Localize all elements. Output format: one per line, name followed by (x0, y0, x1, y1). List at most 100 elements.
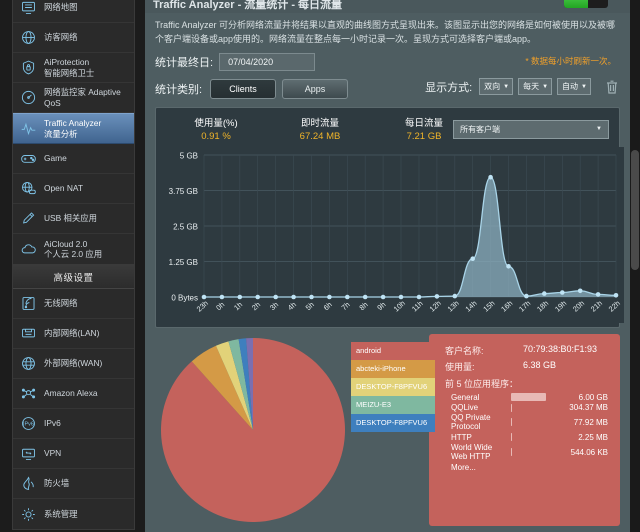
app-usage-row: HTTP 2.25 MB (445, 433, 608, 442)
stat-value: 67.24 MB (299, 130, 341, 142)
stat-usage-percent: 使用量(%) 0.91 % (164, 115, 268, 142)
sidebar-group: 高级设置 无线网络 内部网络(LAN) 外部网络(WAN) Amazon Alexa IP… (12, 265, 135, 530)
app-bar-cell (507, 418, 550, 427)
date-label: 统计最终日: (155, 56, 214, 69)
chevron-down-icon: ▼ (542, 83, 549, 90)
date-input[interactable] (219, 52, 316, 71)
sidebar-group: 网络地图访客网络 AiProtection 智能网络卫士网络监控家 Adaptiv… (12, 0, 135, 265)
client-detail-panel: 客户名称: 70:79:38:B0:F1:93 使用量: 6.38 GB 前 5… (429, 333, 620, 526)
shield-icon (18, 58, 38, 78)
app-usage-row: QQ Private Protocol 77.92 MB (445, 413, 608, 431)
sidebar-item-aiprotection[interactable]: AiProtection 智能网络卫士 (13, 53, 134, 83)
sidebar-item-label: 外部网络(WAN) (44, 358, 103, 369)
sidebar-item-usb-[interactable]: USB 相关应用 (13, 204, 134, 234)
period-select[interactable]: 每天 ▼ (518, 78, 553, 96)
wifi-icon (18, 294, 38, 314)
sidebar-item-label: AiCloud 2.0 个人云 2.0 应用 (44, 238, 103, 260)
legend-item[interactable]: DESKTOP-F8PFVU6 (351, 377, 435, 396)
app-usage-value: 304.37 MB (569, 403, 608, 413)
sidebar-item-label: 防火墙 (44, 478, 70, 489)
sidebar-item--lan-[interactable]: 内部网络(LAN) (13, 319, 134, 349)
legend-item[interactable]: android (351, 341, 435, 360)
stat-label: 使用量(%) (194, 117, 238, 129)
sidebar-item-label: 网络监控家 Adaptive QoS (44, 87, 121, 108)
chevron-down-icon: ▼ (581, 83, 587, 90)
tab-apps[interactable]: Apps (282, 78, 349, 99)
scrollbar-track[interactable] (630, 0, 640, 532)
legend-item[interactable]: abcteki-iPhone (351, 359, 435, 378)
tab-clients[interactable]: Clients (210, 78, 277, 99)
alexa-icon (18, 384, 38, 404)
app-usage-bar (511, 403, 512, 412)
direction-value: 双向 (484, 82, 501, 92)
sidebar-item-game[interactable]: Game (13, 144, 134, 174)
traffic-plot: 0 Bytes 1.25 GB 2.5 GB 3.75 GB 5 GB 23h 0h 1h 2h… (164, 146, 624, 323)
traffic-chart-card: 使用量(%) 0.91 % 即时流量 67.24 MB 每日流量 7.21 GB… (155, 106, 624, 328)
app-name: General (451, 392, 480, 402)
gear-icon (18, 504, 38, 524)
sidebar-item--[interactable]: 系统管理 (13, 499, 134, 529)
wan-globe-icon (18, 354, 38, 374)
sidebar-item-label: 网络地图 (44, 2, 78, 13)
app-usage-value: 6.00 GB (578, 392, 608, 402)
feature-toggle[interactable] (564, 0, 608, 8)
sidebar-item-vpn[interactable]: VPN (13, 439, 134, 469)
legend-item-label: DESKTOP-F8PFVU6 (356, 417, 428, 427)
app-usage-row: General 6.00 GB (445, 393, 608, 402)
sidebar-item-label: IPv6 (44, 418, 61, 429)
detail-value: 70:79:38:B0:F1:93 (523, 343, 598, 354)
sidebar-item-traffic-analyzer[interactable]: Traffic Analyzer 流量分析 (13, 113, 134, 144)
app-usage-bar (511, 433, 512, 442)
svg-text:3.75 GB: 3.75 GB (169, 187, 198, 196)
page-title: Traffic Analyzer - 流量统计 - 每日流量 (153, 0, 343, 11)
sidebar-item--adaptive-qos[interactable]: 网络监控家 Adaptive QoS (13, 83, 134, 113)
trash-icon[interactable] (604, 77, 620, 97)
app-usage-bar (511, 418, 512, 427)
sidebar-item-label: Open NAT (44, 183, 83, 194)
display-controls: 显示方式: 双向 ▼ 每天 ▼ 自动 ▼ (425, 77, 620, 97)
app-name: QQLive (451, 403, 479, 413)
sidebar-item-open-nat[interactable]: Open NAT (13, 174, 134, 204)
sidebar-item-label: Amazon Alexa (44, 388, 98, 399)
sidebar-item--[interactable]: 无线网络 (13, 289, 134, 319)
sidebar-item--[interactable]: 访客网络 (13, 23, 134, 53)
sidebar-item-amazon-alexa[interactable]: Amazon Alexa (13, 379, 134, 409)
app-usage-bar (511, 448, 512, 456)
client-filter-select[interactable]: 所有客户端 ▼ (453, 119, 609, 139)
sidebar-item--[interactable]: 网络地图 (13, 0, 134, 23)
detail-client-name: 客户名称: 70:79:38:B0:F1:93 (445, 344, 608, 357)
display-label: 显示方式: (425, 81, 473, 94)
network-map-icon (18, 0, 38, 18)
legend-item-label: android (356, 345, 382, 355)
scrollbar-thumb[interactable] (631, 150, 639, 270)
page-title-bar: Traffic Analyzer - 流量统计 - 每日流量 (145, 0, 630, 13)
lan-icon (18, 324, 38, 344)
date-row: 统计最终日: * 数据每小时刷新一次。 (145, 51, 630, 77)
period-value: 每天 (523, 82, 540, 92)
svg-text:1.25 GB: 1.25 GB (169, 258, 198, 267)
pulse-icon (18, 119, 38, 139)
refresh-note: * 数据每小时刷新一次。 (525, 55, 616, 66)
more-link[interactable]: More... (445, 463, 608, 472)
sidebar-item-ipv6[interactable]: IPv6 IPv6 (13, 409, 134, 439)
scale-select[interactable]: 自动 ▼ (557, 78, 591, 96)
sidebar-item-label: AiProtection 智能网络卫士 (44, 57, 95, 78)
sidebar-item-label: 内部网络(LAN) (44, 328, 100, 339)
app-usage-bar (511, 393, 546, 402)
svg-text:2.5 GB: 2.5 GB (173, 222, 198, 231)
gamepad-icon (18, 149, 38, 169)
sidebar-item--wan-[interactable]: 外部网络(WAN) (13, 349, 134, 379)
scale-value: 自动 (562, 82, 579, 92)
app-usage-row: QQLive 304.37 MB (445, 403, 608, 412)
app-name: QQ Private Protocol (451, 413, 491, 432)
sidebar-item--[interactable]: 防火墙 (13, 469, 134, 499)
svg-text:5 GB: 5 GB (180, 151, 198, 160)
sidebar-item-label: Game (44, 153, 67, 164)
sidebar-item-aicloud-2-0[interactable]: AiCloud 2.0 个人云 2.0 应用 (13, 234, 134, 264)
legend-item[interactable]: DESKTOP-F8PFVU6 (351, 413, 435, 432)
firewall-icon (18, 474, 38, 494)
cloud-icon (18, 239, 38, 259)
direction-select[interactable]: 双向 ▼ (479, 78, 514, 96)
app-bar-cell (507, 448, 550, 456)
legend-item[interactable]: MEIZU-E3 (351, 395, 435, 414)
